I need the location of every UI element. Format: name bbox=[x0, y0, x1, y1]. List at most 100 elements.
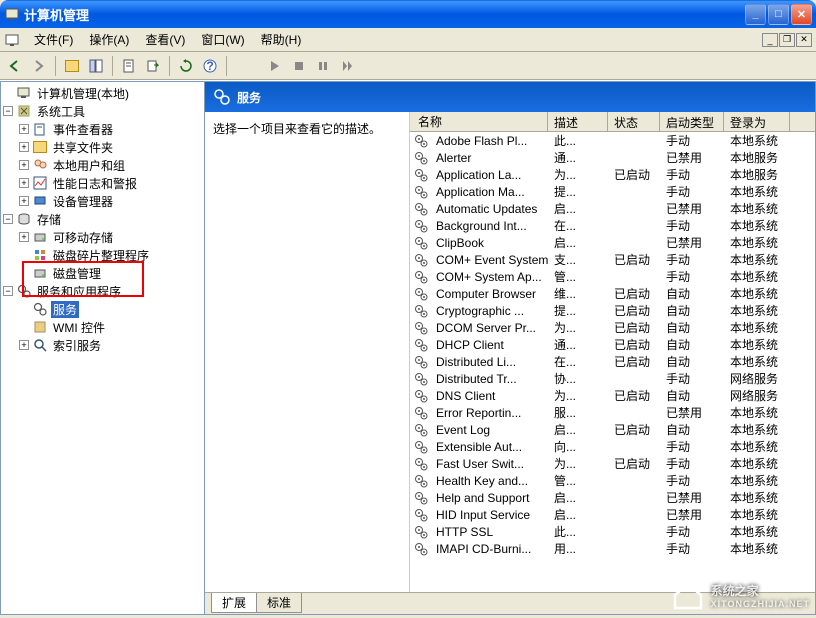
mdi-restore[interactable]: ❐ bbox=[779, 33, 795, 47]
service-row[interactable]: IMAPI CD-Burni...用...手动本地系统 bbox=[410, 540, 815, 557]
service-row[interactable]: HID Input Service启...已禁用本地系统 bbox=[410, 506, 815, 523]
service-row[interactable]: Event Log启...已启动自动本地系统 bbox=[410, 421, 815, 438]
up-button[interactable] bbox=[61, 55, 83, 77]
properties-button[interactable] bbox=[118, 55, 140, 77]
services-icon bbox=[213, 88, 231, 106]
cell-start: 手动 bbox=[660, 438, 724, 455]
service-icon bbox=[414, 151, 428, 165]
tree-item[interactable]: −存储 bbox=[3, 210, 202, 228]
show-hide-tree-button[interactable] bbox=[85, 55, 107, 77]
menu-action[interactable]: 操作(A) bbox=[81, 29, 137, 50]
tab-standard[interactable]: 标准 bbox=[256, 593, 302, 613]
tab-extended[interactable]: 扩展 bbox=[211, 593, 257, 613]
service-row[interactable]: COM+ Event System支...已启动手动本地系统 bbox=[410, 251, 815, 268]
tree-toggle-icon[interactable]: + bbox=[19, 178, 29, 188]
tree-toggle-icon[interactable]: − bbox=[3, 106, 13, 116]
cell-desc: 支... bbox=[548, 251, 608, 268]
service-row[interactable]: ClipBook启...已禁用本地系统 bbox=[410, 234, 815, 251]
menu-view[interactable]: 查看(V) bbox=[137, 29, 193, 50]
service-row[interactable]: Error Reportin...服...已禁用本地系统 bbox=[410, 404, 815, 421]
pause-service-button[interactable] bbox=[312, 55, 334, 77]
tree-item[interactable]: +索引服务 bbox=[3, 336, 202, 354]
tree-item[interactable]: +事件查看器 bbox=[3, 120, 202, 138]
stop-service-button[interactable] bbox=[288, 55, 310, 77]
service-row[interactable]: Application La...为...已启动手动本地服务 bbox=[410, 166, 815, 183]
service-row[interactable]: HTTP SSL此...手动本地系统 bbox=[410, 523, 815, 540]
menu-window[interactable]: 窗口(W) bbox=[193, 29, 252, 50]
service-row[interactable]: DCOM Server Pr...为...已启动自动本地系统 bbox=[410, 319, 815, 336]
tree-toggle-icon[interactable]: − bbox=[3, 214, 13, 224]
tree-item[interactable]: −系统工具 bbox=[3, 102, 202, 120]
tree-item[interactable]: + 本地用户和组 bbox=[3, 156, 202, 174]
tree-item[interactable]: +可移动存储 bbox=[3, 228, 202, 246]
col-state[interactable]: 状态 bbox=[608, 112, 660, 131]
mdi-minimize[interactable]: _ bbox=[762, 33, 778, 47]
service-row[interactable]: Adobe Flash Pl...此...手动本地系统 bbox=[410, 132, 815, 149]
tree-toggle-icon[interactable]: + bbox=[19, 160, 29, 170]
tree-toggle-icon[interactable]: + bbox=[19, 142, 29, 152]
tree-item[interactable]: +设备管理器 bbox=[3, 192, 202, 210]
cell-desc: 协... bbox=[548, 370, 608, 387]
tree-item[interactable]: +性能日志和警报 bbox=[3, 174, 202, 192]
tree-item[interactable]: 服务 bbox=[3, 300, 202, 318]
service-row[interactable]: Fast User Swit...为...已启动手动本地系统 bbox=[410, 455, 815, 472]
service-icon bbox=[414, 542, 428, 556]
tree-item[interactable]: 计算机管理(本地) bbox=[3, 84, 202, 102]
tree-item[interactable]: −服务和应用程序 bbox=[3, 282, 202, 300]
close-button[interactable]: ✕ bbox=[791, 4, 812, 25]
service-row[interactable]: Alerter通...已禁用本地服务 bbox=[410, 149, 815, 166]
tree-toggle-icon[interactable]: + bbox=[19, 196, 29, 206]
service-row[interactable]: Automatic Updates启...已禁用本地系统 bbox=[410, 200, 815, 217]
service-row[interactable]: Extensible Aut...向...手动本地系统 bbox=[410, 438, 815, 455]
back-button[interactable] bbox=[4, 55, 26, 77]
service-row[interactable]: Computer Browser维...已启动自动本地系统 bbox=[410, 285, 815, 302]
start-service-button[interactable] bbox=[264, 55, 286, 77]
service-row[interactable]: Background Int...在...手动本地系统 bbox=[410, 217, 815, 234]
menu-file[interactable]: 文件(F) bbox=[26, 29, 81, 50]
service-row[interactable]: Cryptographic ...提...已启动自动本地系统 bbox=[410, 302, 815, 319]
restart-service-button[interactable] bbox=[336, 55, 358, 77]
menu-help[interactable]: 帮助(H) bbox=[253, 29, 310, 50]
tree-toggle-icon[interactable]: + bbox=[19, 232, 29, 242]
service-row[interactable]: Help and Support启...已禁用本地系统 bbox=[410, 489, 815, 506]
tree-item[interactable]: 磁盘管理 bbox=[3, 264, 202, 282]
cell-desc: 启... bbox=[548, 489, 608, 506]
col-name[interactable]: 名称 bbox=[410, 112, 548, 131]
service-row[interactable]: COM+ System Ap...管...手动本地系统 bbox=[410, 268, 815, 285]
help-button[interactable]: ? bbox=[199, 55, 221, 77]
minimize-button[interactable]: _ bbox=[745, 4, 766, 25]
tree-item[interactable]: +共享文件夹 bbox=[3, 138, 202, 156]
list-body[interactable]: Adobe Flash Pl...此...手动本地系统Alerter通...已禁… bbox=[410, 132, 815, 592]
tree-toggle-icon[interactable]: + bbox=[19, 340, 29, 350]
description-pane: 选择一个项目来查看它的描述。 bbox=[205, 112, 410, 592]
toolbar: ? bbox=[0, 52, 816, 80]
export-button[interactable] bbox=[142, 55, 164, 77]
cell-name: Application Ma... bbox=[430, 185, 548, 199]
maximize-button[interactable]: □ bbox=[768, 4, 789, 25]
cell-start: 已禁用 bbox=[660, 200, 724, 217]
service-row[interactable]: Application Ma...提...手动本地系统 bbox=[410, 183, 815, 200]
mdi-close[interactable]: ✕ bbox=[796, 33, 812, 47]
col-start[interactable]: 启动类型 bbox=[660, 112, 724, 131]
forward-button[interactable] bbox=[28, 55, 50, 77]
service-row[interactable]: DHCP Client通...已启动自动本地系统 bbox=[410, 336, 815, 353]
service-row[interactable]: Distributed Tr...协...手动网络服务 bbox=[410, 370, 815, 387]
tree-node-icon bbox=[32, 157, 48, 173]
col-logon[interactable]: 登录为 bbox=[724, 112, 790, 131]
tree-toggle-icon[interactable]: − bbox=[3, 286, 13, 296]
service-icon bbox=[414, 508, 428, 522]
refresh-button[interactable] bbox=[175, 55, 197, 77]
col-desc[interactable]: 描述 bbox=[548, 112, 608, 131]
tree-pane[interactable]: 计算机管理(本地)−系统工具+事件查看器+共享文件夹+本地用户和组+性能日志和警… bbox=[0, 81, 205, 615]
cell-name: Computer Browser bbox=[430, 287, 548, 301]
tree-item[interactable]: WMI 控件 bbox=[3, 318, 202, 336]
cell-start: 已禁用 bbox=[660, 234, 724, 251]
cell-desc: 在... bbox=[548, 353, 608, 370]
tree-label: 本地用户和组 bbox=[51, 157, 127, 174]
window-titlebar: 计算机管理 _ □ ✕ bbox=[0, 0, 816, 28]
tree-item[interactable]: 磁盘碎片整理程序 bbox=[3, 246, 202, 264]
tree-toggle-icon[interactable]: + bbox=[19, 124, 29, 134]
service-row[interactable]: Health Key and...管...手动本地系统 bbox=[410, 472, 815, 489]
service-row[interactable]: Distributed Li...在...已启动自动本地系统 bbox=[410, 353, 815, 370]
service-row[interactable]: DNS Client为...已启动自动网络服务 bbox=[410, 387, 815, 404]
